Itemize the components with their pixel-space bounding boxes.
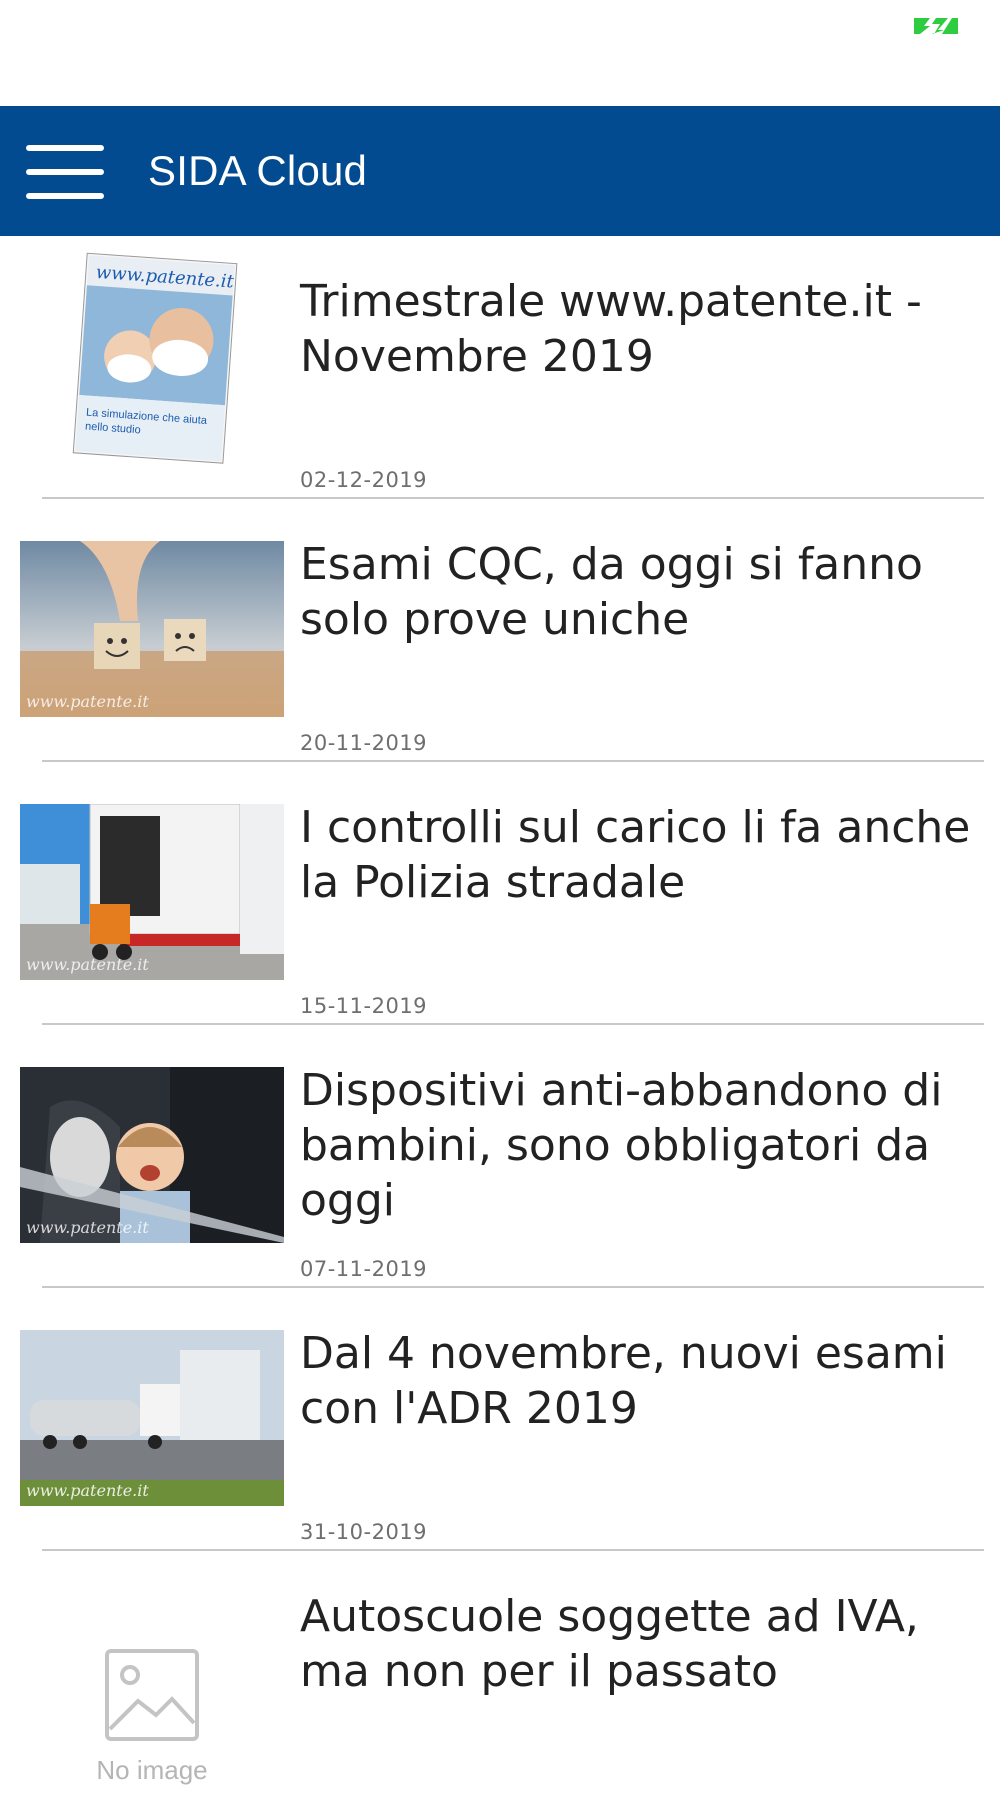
article-date: 02-12-2019 (300, 468, 428, 492)
article-thumbnail: www.patente.it (20, 804, 284, 980)
list-item[interactable]: www.patente.it Esami CQC, da oggi si fan… (0, 499, 1000, 762)
list-item[interactable]: No image Autoscuole soggette ad IVA, ma … (0, 1551, 1000, 1814)
article-title[interactable]: Autoscuole soggette ad IVA, ma non per i… (300, 1589, 980, 1699)
article-title[interactable]: Dal 4 novembre, nuovi esami con l'ADR 20… (300, 1326, 980, 1436)
article-title[interactable]: Trimestrale www.patente.it - Novembre 20… (300, 274, 980, 384)
article-thumbnail: No image (20, 1593, 284, 1813)
hamburger-menu-icon[interactable] (26, 143, 104, 201)
no-image-label: No image (96, 1755, 208, 1785)
svg-text:www.patente.it: www.patente.it (26, 692, 149, 711)
article-date: 20-11-2019 (300, 731, 428, 755)
list-item[interactable]: www.patente.it Dispositivi anti-abbandon… (0, 1025, 1000, 1288)
article-date: 15-11-2019 (300, 994, 428, 1018)
article-title[interactable]: Dispositivi anti-abbandono di bambini, s… (300, 1063, 980, 1228)
child-car-seat-image: www.patente.it (20, 1067, 284, 1243)
truck-loading-image: www.patente.it (20, 804, 284, 980)
article-date: 31-10-2019 (300, 1520, 428, 1544)
article-thumbnail: www.patente.it (20, 541, 284, 717)
svg-text:www.patente.it: www.patente.it (26, 1218, 149, 1237)
app-title: SIDA Cloud (148, 147, 368, 194)
battery-charging-icon (914, 18, 958, 34)
magazine-cover-image: www.patente.it La simulazione che aiuta … (72, 252, 238, 464)
article-title[interactable]: Esami CQC, da oggi si fanno solo prove u… (300, 537, 980, 647)
status-bar (0, 0, 1000, 106)
article-title[interactable]: I controlli sul carico li fa anche la Po… (300, 800, 980, 910)
article-list[interactable]: www.patente.it La simulazione che aiuta … (0, 236, 1000, 1814)
article-thumbnail: www.patente.it (20, 1330, 284, 1506)
svg-text:www.patente.it: www.patente.it (26, 955, 149, 974)
list-item[interactable]: www.patente.it Dal 4 novembre, nuovi esa… (0, 1288, 1000, 1551)
article-thumbnail: www.patente.it La simulazione che aiuta … (20, 248, 284, 470)
list-item[interactable]: www.patente.it I controlli sul carico li… (0, 762, 1000, 1025)
article-date: 07-11-2019 (300, 1257, 428, 1281)
list-item[interactable]: www.patente.it La simulazione che aiuta … (0, 236, 1000, 499)
svg-text:www.patente.it: www.patente.it (26, 1481, 149, 1500)
tanker-truck-image: www.patente.it (20, 1330, 284, 1506)
article-thumbnail: www.patente.it (20, 1067, 284, 1243)
smiley-cubes-image: www.patente.it (20, 541, 284, 717)
